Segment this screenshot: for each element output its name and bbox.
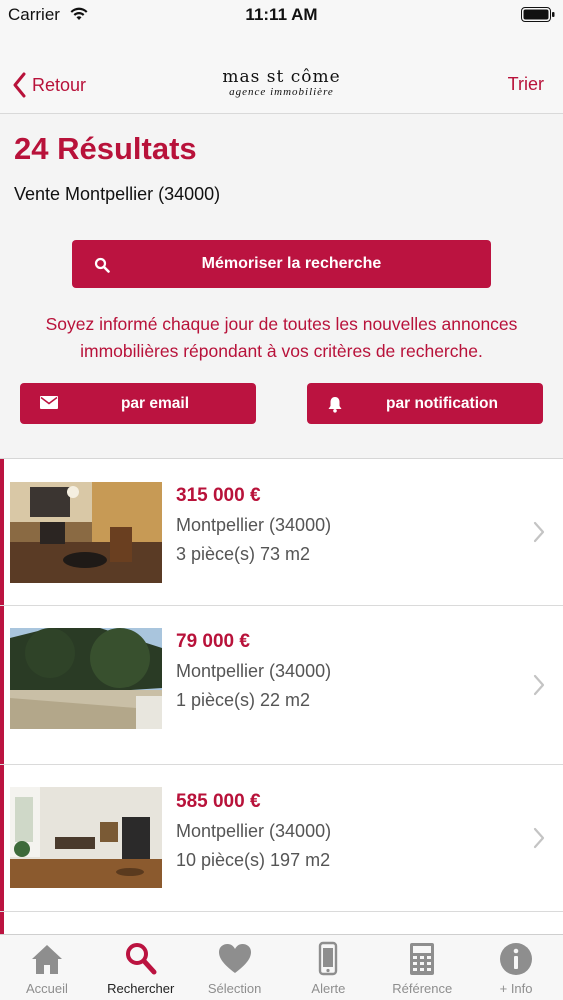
nav-bar: Retour mas st côme agence immobilière Tr… [0,30,563,114]
bell-icon [328,397,342,413]
alert-info-line-1: Soyez informé chaque jour de toutes les … [45,314,518,334]
alert-info-line-2: immobilières répondant à vos critères de… [80,341,483,361]
phone-icon [319,941,338,976]
email-alert-button[interactable]: par email [20,383,256,424]
tab-reference[interactable]: Référence [375,935,469,1000]
home-icon [31,945,62,974]
info-icon [500,943,533,975]
tab-rechercher[interactable]: Rechercher [94,935,188,1000]
heart-icon [218,944,251,973]
battery-icon [521,7,555,22]
envelope-icon [40,396,58,409]
listing-rooms: 1 pièce(s) 22 m2 [176,690,311,710]
tab-accueil[interactable]: Accueil [0,935,94,1000]
agency-logo: mas st côme agence immobilière [0,68,563,98]
save-search-label: Mémoriser la recherche [201,255,382,272]
status-time: 11:11 AM [245,5,318,24]
listing-city: Montpellier (34000) [176,515,332,535]
logo-subtitle: agence immobilière [229,86,334,98]
search-description: Vente Montpellier (34000) [14,184,221,204]
results-title: 24 Résultats [14,131,197,166]
calculator-icon [410,943,435,975]
search-icon [94,257,110,273]
listing-price: 585 000 € [176,791,261,812]
listing-item[interactable]: 585 000 € Montpellier (34000) 10 pièce(s… [0,765,563,912]
listing-price: 79 000 € [176,631,250,652]
listing-photo [10,787,162,888]
tab-label: Rechercher [107,981,175,996]
listing-city: Montpellier (34000) [176,821,332,841]
tab-info[interactable]: + Info [469,935,563,1000]
save-search-button[interactable]: Mémoriser la recherche [72,240,491,288]
tab-label: Alerte [311,981,346,996]
tab-label: + Info [499,981,533,996]
tab-alerte[interactable]: Alerte [281,935,375,1000]
listing-item[interactable]: 79 000 € Montpellier (34000) 1 pièce(s) … [0,606,563,765]
listing-item[interactable]: 315 000 € Montpellier (34000) 3 pièce(s)… [0,459,563,606]
tab-label: Accueil [25,981,68,996]
tab-label: Sélection [207,981,262,996]
search-icon [125,943,157,975]
listing-photo [10,482,162,583]
sort-button[interactable]: Trier [508,74,544,95]
tab-bar: Accueil Rechercher Sélection Alerte Réfé… [0,934,563,1000]
tab-label: Référence [392,981,453,996]
listing-photo [10,628,162,729]
listing-rooms: 3 pièce(s) 73 m2 [176,544,311,564]
status-bar: Carrier 11:11 AM [0,0,563,30]
notification-alert-button[interactable]: par notification [307,383,543,424]
chevron-right-icon [533,521,545,543]
listing-list: 315 000 € Montpellier (34000) 3 pièce(s)… [0,458,563,952]
listing-city: Montpellier (34000) [176,661,332,681]
listing-price: 315 000 € [176,485,261,506]
alert-info-text: Soyez informé chaque jour de toutes les … [0,311,563,365]
chevron-right-icon [533,827,545,849]
tab-selection[interactable]: Sélection [188,935,282,1000]
chevron-right-icon [533,674,545,696]
screen: Carrier 11:11 AM Retour mas st côme agen… [0,0,563,1000]
listing-rooms: 10 pièce(s) 197 m2 [176,850,331,870]
logo-title: mas st côme [222,67,341,87]
